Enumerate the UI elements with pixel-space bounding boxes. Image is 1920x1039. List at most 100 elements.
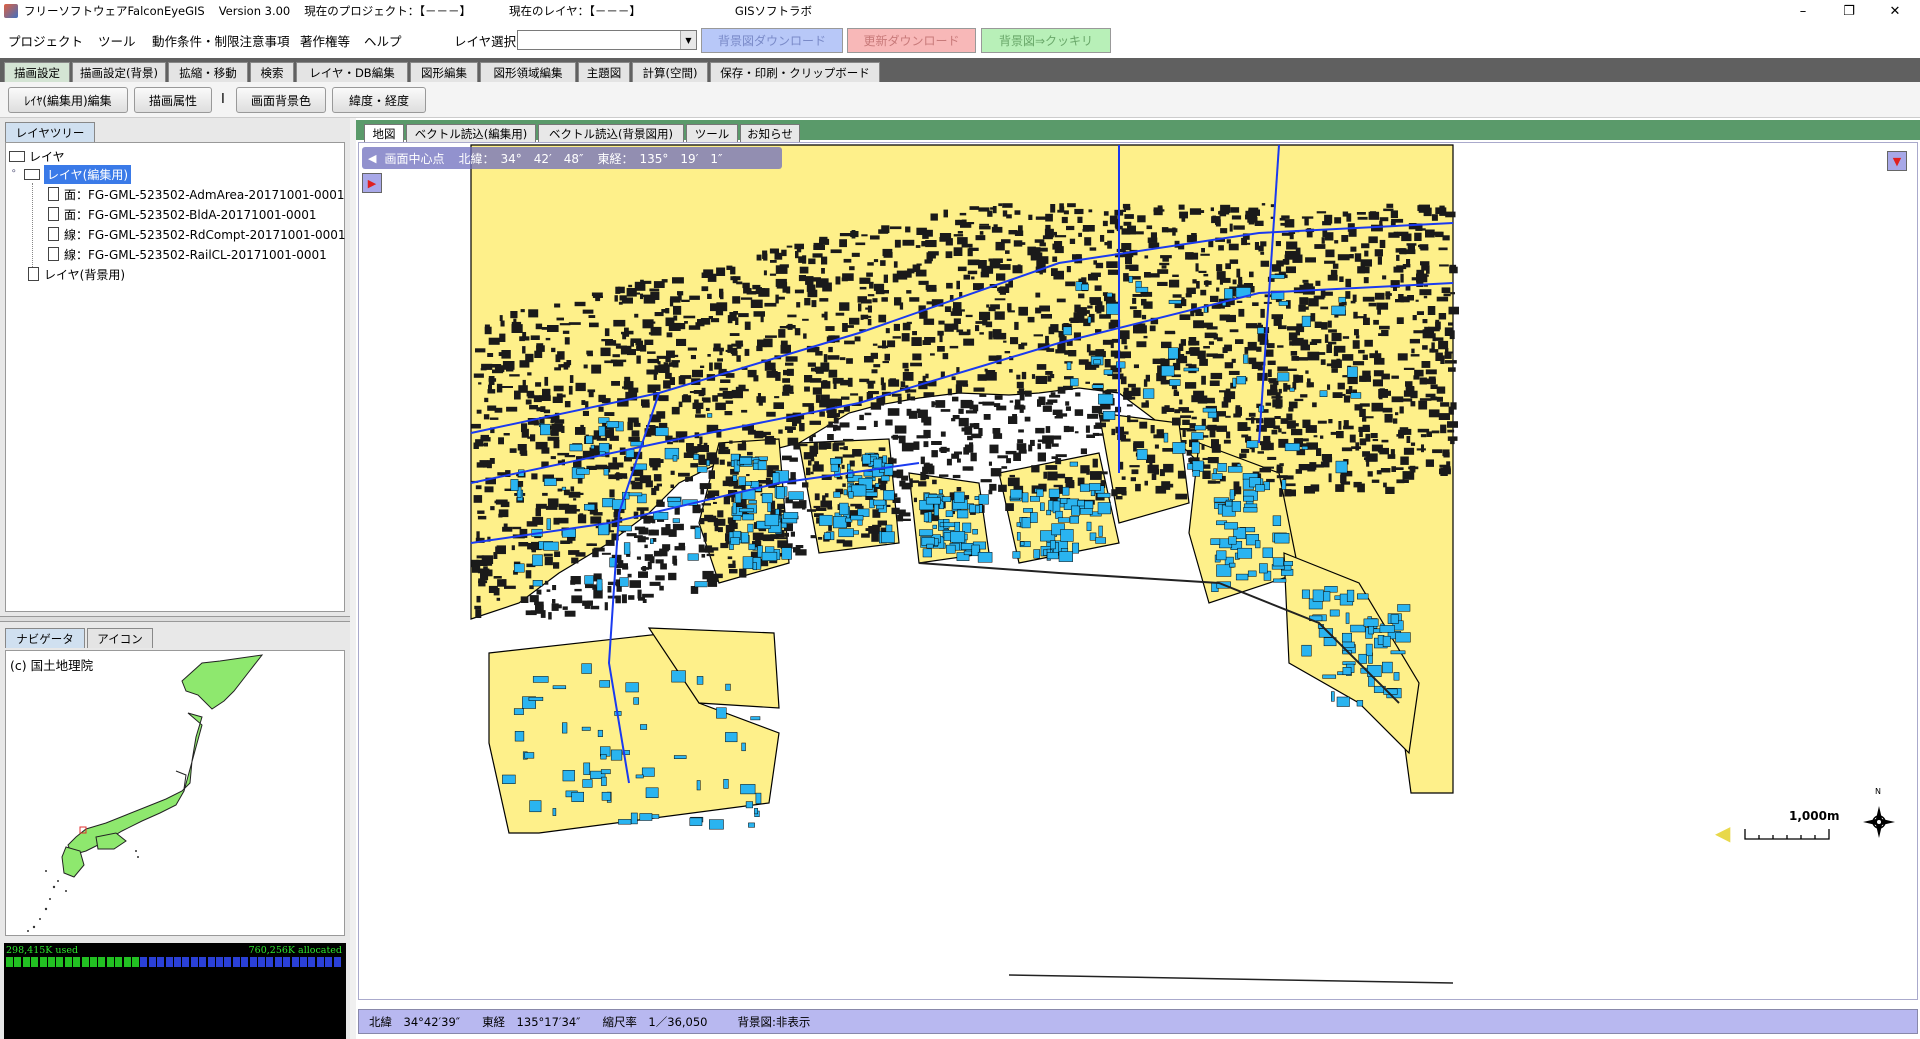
collapse-left-icon[interactable]: ◀ — [368, 152, 376, 165]
tree-item-railcl[interactable]: 線：FG-GML-523502-RailCL-20171001-0001 — [48, 245, 327, 263]
chevron-down-icon[interactable]: ▼ — [680, 31, 696, 49]
japan-overview-map — [27, 654, 264, 932]
memory-segment — [224, 957, 232, 967]
memory-segment — [140, 957, 148, 967]
memory-used: 298,415K used — [6, 945, 79, 956]
layer-select-label: レイヤ選択 — [454, 34, 517, 49]
tab-vector-load-edit[interactable]: ベクトル読込(編集用) — [406, 124, 536, 142]
memory-segment — [48, 957, 55, 967]
memory-segment — [283, 957, 291, 967]
bg-download-button[interactable]: 背景図ダウンロード — [701, 28, 843, 53]
menu-copyright[interactable]: 著作権等 — [300, 31, 350, 50]
tab-vector-load-bg[interactable]: ベクトル読込(背景図用) — [538, 124, 684, 142]
memory-segment — [64, 957, 72, 967]
memory-segment — [199, 957, 207, 967]
tree-item-label: 面：FG-GML-523502-BldA-20171001-0001 — [64, 207, 317, 222]
org-name: GISソフトラボ — [734, 4, 813, 18]
panel-splitter[interactable] — [0, 616, 350, 622]
menu-project[interactable]: プロジェクト — [8, 31, 83, 50]
bg-color-button[interactable]: 画面背景色 — [236, 87, 326, 113]
map-graphic — [470, 144, 1459, 984]
folder-icon — [24, 168, 40, 180]
memory-segment — [182, 957, 190, 967]
expand-toggle-icon[interactable]: ⚬ — [10, 167, 18, 177]
file-icon — [48, 247, 59, 261]
center-lat: 北緯： 34° 42′ 48″ — [458, 151, 584, 166]
center-lon: 東経： 135° 19′ 1″ — [597, 151, 723, 166]
memory-segment — [249, 957, 257, 967]
app-version: Version 3.00 — [218, 4, 291, 18]
tab-navigator[interactable]: ナビゲータ — [5, 628, 85, 648]
minimize-button[interactable]: – — [1780, 0, 1826, 22]
current-project: 現在のプロジェクト：【－－－】 — [304, 4, 472, 18]
memory-segment — [106, 957, 114, 967]
file-icon — [48, 207, 59, 221]
center-point-bar: ◀ 画面中心点 北緯： 34° 42′ 48″ 東経： 135° 19′ 1″ — [362, 147, 782, 169]
status-bar: 北緯 34°42′39″ 東経 135°17′34″ 縮尺率 1／36,050 … — [358, 1009, 1918, 1034]
tree-item-label: 線：FG-GML-523502-RdCompt-20171001-0001 — [64, 227, 346, 242]
tab-icon[interactable]: アイコン — [87, 628, 153, 648]
tree-root[interactable]: レイヤ — [9, 147, 65, 165]
memory-segment — [325, 957, 333, 967]
tree-item-rdcompt[interactable]: 線：FG-GML-523502-RdCompt-20171001-0001 — [48, 225, 346, 243]
status-bg: 背景図:非表示 — [737, 1014, 811, 1029]
compass-icon — [1863, 806, 1895, 838]
menu-help[interactable]: ヘルプ — [364, 31, 402, 50]
menu-conditions[interactable]: 動作条件・制限注意事項 — [152, 31, 290, 50]
tab-tools[interactable]: ツール — [686, 124, 738, 142]
tab-layer-tree[interactable]: レイヤツリー — [5, 122, 95, 142]
maximize-button[interactable]: ❐ — [1826, 0, 1872, 22]
tab-draw-settings[interactable]: 描画設定 — [4, 62, 70, 82]
tree-item-blda[interactable]: 面：FG-GML-523502-BldA-20171001-0001 — [48, 205, 317, 223]
menu-tools[interactable]: ツール — [98, 31, 136, 50]
dropdown-toggle-icon[interactable]: ▼ — [1887, 151, 1907, 171]
tab-shape-edit[interactable]: 図形編集 — [410, 62, 478, 82]
road-line — [1008, 974, 1454, 984]
north-label: N — [1875, 787, 1881, 796]
center-label: 画面中心点 — [384, 151, 445, 166]
tab-map[interactable]: 地図 — [364, 124, 404, 142]
status-lat: 北緯 34°42′39″ — [369, 1014, 461, 1029]
tab-shape-area-edit[interactable]: 図形領域編集 — [480, 62, 576, 82]
tab-spatial-calc[interactable]: 計算(空間) — [632, 62, 708, 82]
scale-toggle-icon[interactable]: ◀ — [1715, 821, 1730, 845]
bg-clear-button[interactable]: 背景図⇒クッキリ — [981, 28, 1111, 53]
tree-edit-layer[interactable]: レイヤ(編集用) — [24, 164, 132, 184]
map-canvas[interactable]: ◀ 画面中心点 北緯： 34° 42′ 48″ 東経： 135° 19′ 1″ … — [358, 142, 1918, 1000]
tab-search[interactable]: 検索 — [250, 62, 294, 82]
memory-segment — [148, 957, 156, 967]
tab-notice[interactable]: お知らせ — [740, 124, 800, 142]
memory-segment — [241, 957, 249, 967]
tab-draw-settings-bg[interactable]: 描画設定(背景) — [72, 62, 166, 82]
tab-layer-db-edit[interactable]: レイヤ・DB編集 — [296, 62, 408, 82]
ribbon-tabs: 描画設定 描画設定(背景) 拡縮・移動 検索 レイヤ・DB編集 図形編集 図形領… — [0, 58, 1920, 82]
tab-save-print-clipboard[interactable]: 保存・印刷・クリップボード — [710, 62, 880, 82]
latlon-button[interactable]: 緯度・経度 — [332, 87, 426, 113]
memory-segment — [232, 957, 240, 967]
expand-right-icon[interactable]: ▶ — [362, 173, 382, 193]
memory-segment — [266, 957, 274, 967]
update-download-button[interactable]: 更新ダウンロード — [847, 28, 976, 53]
tree-item-label: 線：FG-GML-523502-RailCL-20171001-0001 — [64, 247, 327, 262]
memory-segment — [14, 957, 22, 967]
memory-bar — [6, 957, 344, 967]
layer-select-dropdown[interactable]: ▼ — [517, 30, 697, 50]
tab-zoom-move[interactable]: 拡縮・移動 — [168, 62, 248, 82]
tab-thematic[interactable]: 主題図 — [578, 62, 630, 82]
memory-monitor: 298,415K used 760,256K allocated — [4, 943, 346, 1039]
file-icon — [48, 187, 59, 201]
tree-bg-layer[interactable]: レイヤ(背景用) — [28, 265, 125, 283]
memory-segment — [90, 957, 97, 967]
layer-edit-button[interactable]: ﾚｲﾔ(編集用)編集 — [8, 87, 128, 113]
memory-segment — [6, 957, 13, 967]
navigator-map[interactable]: (c) 国土地理院 — [5, 650, 345, 936]
memory-segment — [316, 957, 324, 967]
memory-segment — [81, 957, 89, 967]
tree-item-admarea[interactable]: 面：FG-GML-523502-AdmArea-20171001-0001 — [48, 185, 345, 203]
scale-bar — [1744, 829, 1830, 840]
map-area: 地図 ベクトル読込(編集用) ベクトル読込(背景図用) ツール お知らせ ◀ 画… — [356, 118, 1920, 1039]
app-title: フリーソフトウェアFalconEyeGIS — [24, 4, 205, 18]
draw-attr-button[interactable]: 描画属性 — [134, 87, 212, 113]
memory-segment — [308, 957, 316, 967]
close-button[interactable]: ✕ — [1872, 0, 1918, 22]
